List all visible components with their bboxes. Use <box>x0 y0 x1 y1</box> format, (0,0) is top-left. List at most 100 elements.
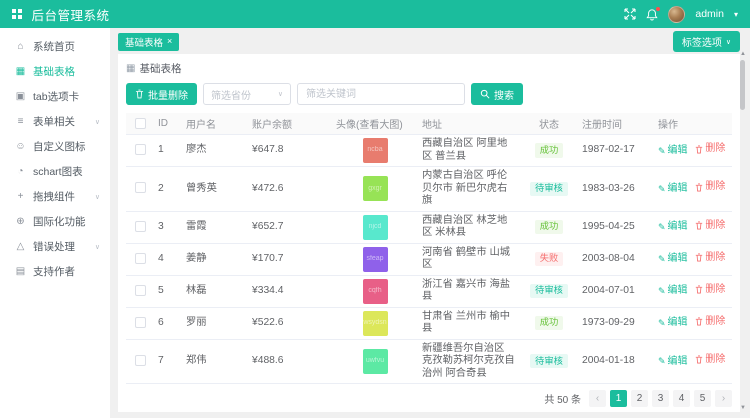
delete-button[interactable]: 删除 <box>695 316 725 328</box>
trash-icon <box>695 253 703 262</box>
row-checkbox[interactable] <box>135 221 146 232</box>
main-area: ⌂ 系统首页 ∨ ▦ 基础表格 ∨ ▣ tab选项卡 ∨ ≡ 表单相关 ∨ ☺ … <box>0 28 750 418</box>
tag-options-button[interactable]: 标签选项 ∨ <box>673 31 740 52</box>
cell-id: 7 <box>158 355 164 366</box>
sidebar-item-6[interactable]: + 拖拽组件 ∨ <box>0 184 110 209</box>
sidebar-item-5[interactable]: ◔ schart图表 ∨ <box>0 159 110 184</box>
table-body: 1 廖杰 ¥647.8 ncba 西藏自治区 阿里地区 普兰县 成功 1987-… <box>126 135 732 386</box>
user-avatar[interactable] <box>668 6 685 23</box>
row-checkbox[interactable] <box>135 144 146 155</box>
sidebar-item-3[interactable]: ≡ 表单相关 ∨ <box>0 109 110 134</box>
table-row: 2 曾秀英 ¥472.6 gxgr 内蒙古自治区 呼伦贝尔市 新巴尔虎右旗 待审… <box>126 167 732 212</box>
delete-button[interactable]: 删除 <box>695 143 725 155</box>
page-button-4[interactable]: 4 <box>673 390 690 407</box>
row-checkbox[interactable] <box>135 182 146 193</box>
avatar-swatch[interactable]: gxgr <box>363 176 388 201</box>
status-badge: 失败 <box>535 252 564 266</box>
app-header: 后台管理系统 admin ▾ <box>0 0 750 28</box>
cell-id: 2 <box>158 183 164 194</box>
edit-button[interactable]: ✎ 编辑 <box>658 285 688 297</box>
delete-button[interactable]: 删除 <box>695 354 725 366</box>
sidebar-item-2[interactable]: ▣ tab选项卡 ∨ <box>0 84 110 109</box>
table-icon: ▦ <box>126 63 135 74</box>
edit-button[interactable]: ✎ 编辑 <box>658 317 688 329</box>
cell-id: 4 <box>158 253 164 264</box>
edit-button[interactable]: ✎ 编辑 <box>658 145 688 157</box>
cell-username: 曾秀英 <box>186 183 217 194</box>
avatar-swatch[interactable]: uwfvu <box>363 349 388 374</box>
cell-id: 3 <box>158 221 164 232</box>
page-button-1[interactable]: 1 <box>610 390 627 407</box>
delete-button[interactable]: 删除 <box>695 181 725 193</box>
avatar-text: wsydsn <box>363 319 386 327</box>
app-title: 后台管理系统 <box>32 5 110 24</box>
delete-button[interactable]: 删除 <box>695 252 725 264</box>
sidebar-item-8[interactable]: △ 错误处理 ∨ <box>0 234 110 259</box>
cell-date: 1983-03-26 <box>582 183 635 194</box>
edit-icon: ✎ <box>658 184 666 195</box>
select-all-checkbox[interactable] <box>135 118 146 129</box>
search-label: 搜索 <box>494 87 514 102</box>
column-header-avatar: 头像(查看大图) <box>336 120 403 131</box>
next-page-button[interactable]: › <box>715 390 732 407</box>
delete-button[interactable]: 删除 <box>695 284 725 296</box>
edit-label: 编辑 <box>668 221 688 233</box>
row-checkbox[interactable] <box>135 317 146 328</box>
edit-button[interactable]: ✎ 编辑 <box>658 221 688 233</box>
table-header-row: ID 用户名 账户余额 头像(查看大图) 地址 状态 注册时间 操作 <box>126 113 732 135</box>
sidebar-item-1[interactable]: ▦ 基础表格 ∨ <box>0 59 110 84</box>
notification-bell-icon[interactable] <box>646 8 658 21</box>
menu-grid-icon[interactable] <box>12 9 22 19</box>
status-badge: 成功 <box>535 316 564 330</box>
trash-icon <box>135 89 144 99</box>
edit-icon: ✎ <box>658 286 666 297</box>
keyword-input[interactable] <box>297 83 465 105</box>
edit-icon: ✎ <box>658 222 666 233</box>
sidebar-item-4[interactable]: ☺ 自定义图标 ∨ <box>0 134 110 159</box>
sidebar-item-label: 国际化功能 <box>33 214 95 229</box>
search-button[interactable]: 搜索 <box>471 83 523 105</box>
tab-basic-table[interactable]: 基础表格 × <box>118 33 179 51</box>
cell-id: 5 <box>158 285 164 296</box>
scrollbar-thumb[interactable] <box>740 60 745 110</box>
avatar-text: njcd <box>369 223 382 231</box>
trash-icon <box>695 317 703 326</box>
delete-label: 删除 <box>705 284 725 296</box>
sidebar-item-label: 表单相关 <box>33 114 95 129</box>
table-row: 6 罗丽 ¥522.6 wsydsn 甘肃省 兰州市 榆中县 成功 1973-0… <box>126 307 732 339</box>
row-checkbox[interactable] <box>135 253 146 264</box>
edit-button[interactable]: ✎ 编辑 <box>658 253 688 265</box>
cell-address: 西藏自治区 阿里地区 普兰县 <box>422 138 516 163</box>
batch-delete-button[interactable]: 批量删除 <box>126 83 197 105</box>
edit-button[interactable]: ✎ 编辑 <box>658 356 688 368</box>
avatar-swatch[interactable]: njcd <box>363 215 388 240</box>
row-checkbox[interactable] <box>135 285 146 296</box>
toolbar: 批量删除 筛选省份 ∨ 搜索 <box>126 83 732 105</box>
sidebar-item-9[interactable]: ▤ 支持作者 ∨ <box>0 259 110 284</box>
tabs-icon: ▣ <box>13 91 28 102</box>
page-button-3[interactable]: 3 <box>652 390 669 407</box>
cell-balance: ¥652.7 <box>252 221 284 232</box>
scroll-down-icon[interactable]: ▼ <box>740 405 746 411</box>
avatar-swatch[interactable]: sfeap <box>363 247 388 272</box>
avatar-swatch[interactable]: wsydsn <box>363 311 388 336</box>
edit-button[interactable]: ✎ 编辑 <box>658 183 688 195</box>
sidebar-item-label: 支持作者 <box>33 264 95 279</box>
page-button-5[interactable]: 5 <box>694 390 711 407</box>
cell-username: 姜静 <box>186 253 207 264</box>
close-icon[interactable]: × <box>167 37 172 46</box>
username[interactable]: admin <box>695 8 724 20</box>
row-checkbox[interactable] <box>135 355 146 366</box>
page-button-2[interactable]: 2 <box>631 390 648 407</box>
prev-page-button[interactable]: ‹ <box>589 390 606 407</box>
province-select[interactable]: 筛选省份 ∨ <box>203 83 291 105</box>
sidebar-item-7[interactable]: ⊕ 国际化功能 ∨ <box>0 209 110 234</box>
sidebar-item-0[interactable]: ⌂ 系统首页 ∨ <box>0 34 110 59</box>
avatar-swatch[interactable]: ncba <box>363 138 388 163</box>
scroll-up-icon[interactable]: ▲ <box>740 51 746 57</box>
column-header-ops: 操作 <box>658 120 678 131</box>
delete-button[interactable]: 删除 <box>695 220 725 232</box>
fullscreen-icon[interactable] <box>624 8 636 20</box>
pagination: 共 50 条 ‹ 12345 › <box>126 385 732 407</box>
avatar-swatch[interactable]: cqfh <box>363 279 388 304</box>
